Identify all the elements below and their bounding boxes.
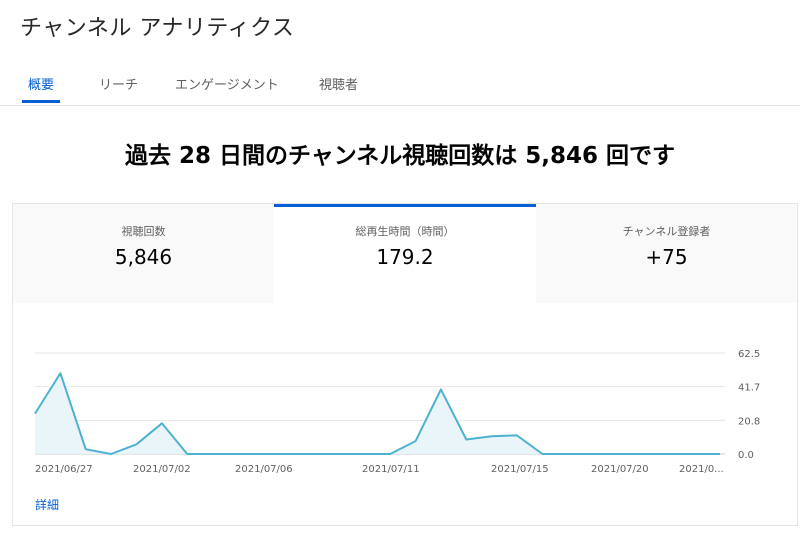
metric-watch-time-value: 179.2 bbox=[376, 245, 434, 269]
x-tick-label: 2021/07/11 bbox=[362, 464, 420, 475]
summary-headline: 過去 28 日間のチャンネル視聴回数は 5,846 回です bbox=[124, 143, 676, 169]
details-link[interactable]: 詳細 bbox=[35, 496, 59, 513]
y-tick-label: 20.8 bbox=[738, 416, 760, 427]
page-title: チャンネル アナリティクス bbox=[20, 16, 295, 41]
metric-watch-time[interactable]: 総再生時間（時間） 179.2 bbox=[274, 204, 536, 303]
metric-subscribers-value: +75 bbox=[645, 245, 688, 269]
active-tab-indicator bbox=[22, 100, 60, 103]
y-tick-label: 0.0 bbox=[738, 450, 754, 461]
tab-overview[interactable]: 概要 bbox=[28, 74, 54, 93]
series-area bbox=[35, 373, 720, 454]
metrics-card: 視聴回数 5,846 総再生時間（時間） 179.2 チャンネル登録者 +75 … bbox=[12, 203, 798, 526]
x-tick-label: 2021/06/27 bbox=[35, 464, 93, 475]
tab-bar: 概要 リーチ エンゲージメント 視聴者 bbox=[0, 60, 800, 106]
watch-time-chart: 0.0 20.8 41.7 62.5 2021/06/27 2021/07/02 2021/… bbox=[34, 349, 760, 475]
metric-views-label: 視聴回数 bbox=[121, 225, 166, 238]
x-tick-label: 2021/07/02 bbox=[133, 464, 191, 475]
metric-subscribers-label: チャンネル登録者 bbox=[622, 225, 711, 238]
metric-subscribers[interactable]: チャンネル登録者 +75 bbox=[536, 204, 797, 303]
metric-views[interactable]: 視聴回数 5,846 bbox=[13, 204, 274, 303]
tab-engagement[interactable]: エンゲージメント bbox=[175, 74, 279, 93]
y-tick-label: 41.7 bbox=[738, 383, 760, 394]
tab-audience[interactable]: 視聴者 bbox=[319, 74, 358, 93]
x-tick-label: 2021/0... bbox=[679, 464, 724, 475]
x-tick-label: 2021/07/06 bbox=[235, 464, 293, 475]
metric-watch-time-label: 総再生時間（時間） bbox=[355, 225, 455, 238]
tab-reach[interactable]: リーチ bbox=[99, 74, 138, 93]
series-line bbox=[34, 372, 720, 455]
x-tick-label: 2021/07/15 bbox=[491, 464, 549, 475]
metric-views-value: 5,846 bbox=[114, 245, 173, 269]
y-tick-label: 62.5 bbox=[738, 349, 760, 360]
x-tick-label: 2021/07/20 bbox=[591, 464, 649, 475]
